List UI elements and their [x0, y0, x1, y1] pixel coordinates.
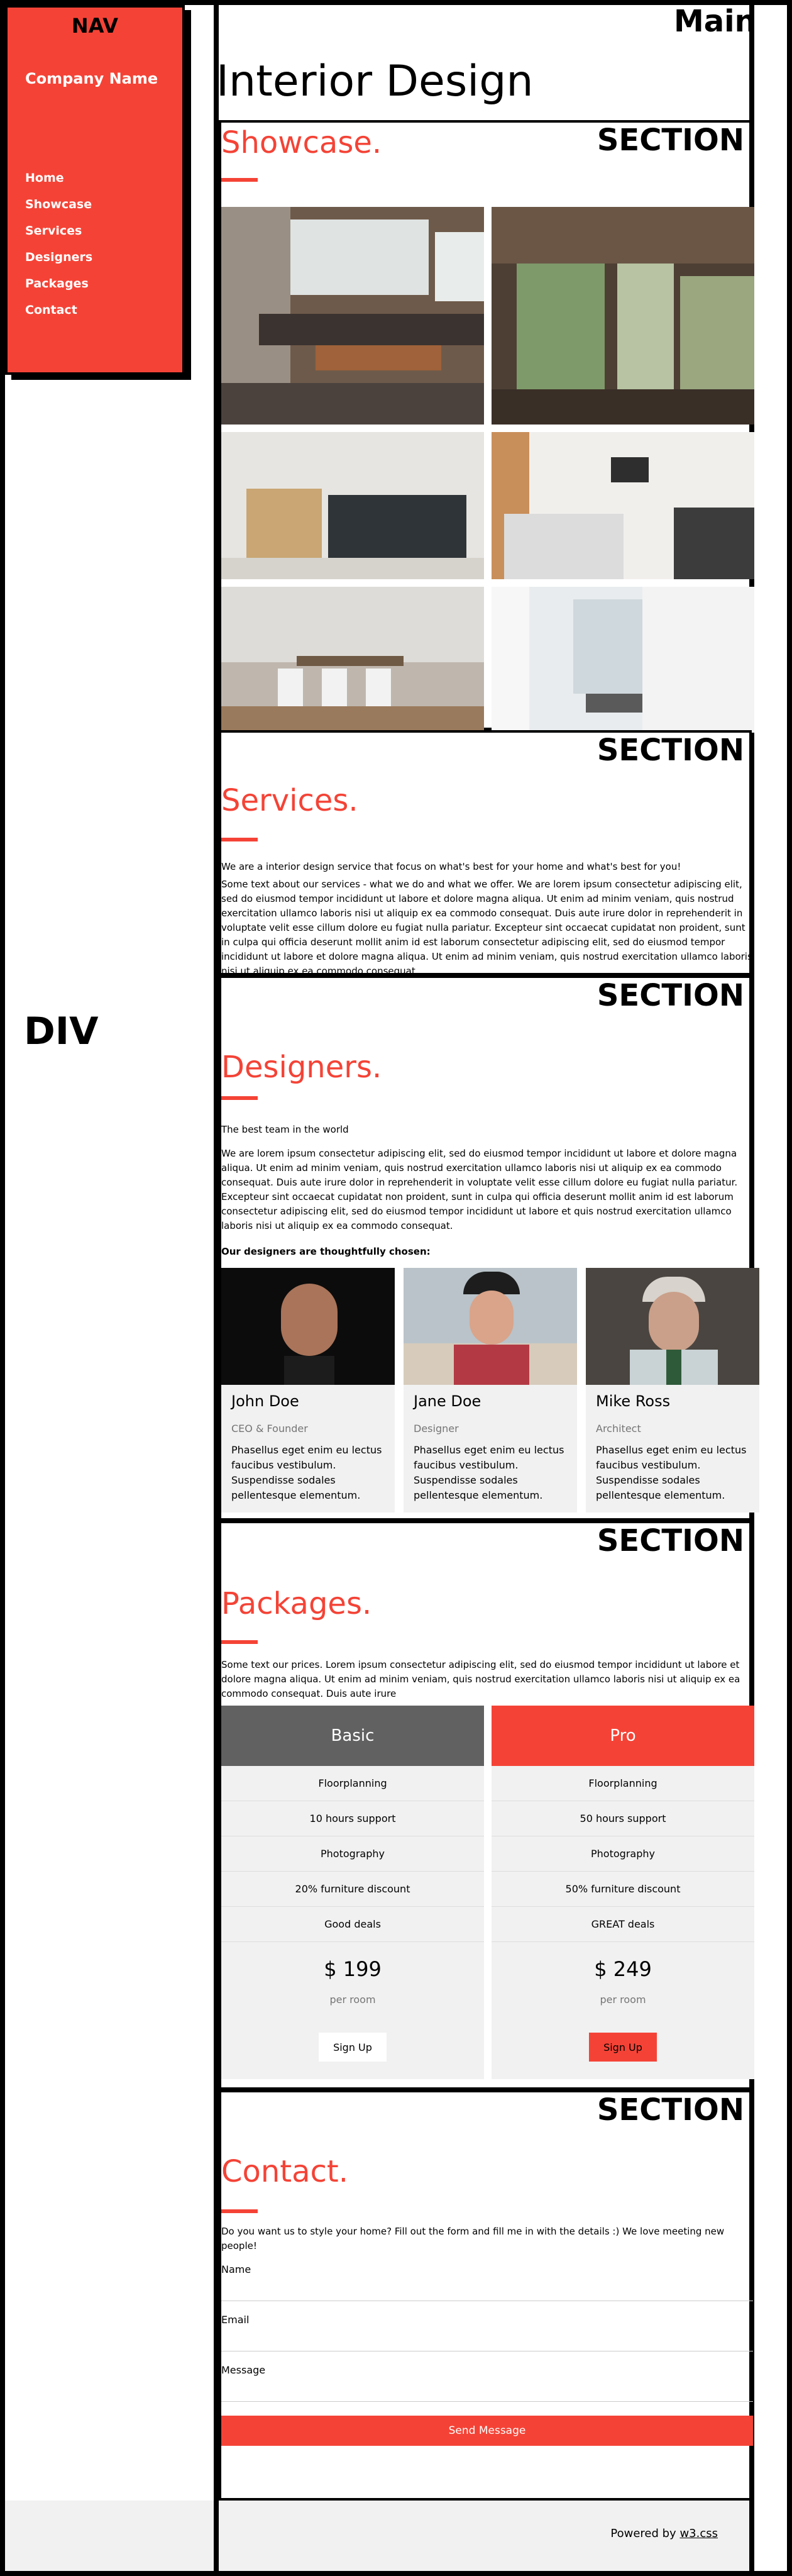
designer-photo [586, 1268, 759, 1385]
designers-chosen: Our designers are thoughtfully chosen: [221, 1246, 431, 1257]
designer-bio: Phasellus eget enim eu lectus faucibus v… [414, 1444, 564, 1501]
services-intro: We are a interior design service that fo… [221, 861, 681, 872]
packages-divider [221, 1640, 258, 1644]
sidebar-item-services[interactable]: Services [25, 218, 92, 244]
designers-body: We are lorem ipsum consectetur adipiscin… [221, 1148, 738, 1231]
main-label: Main [674, 4, 756, 39]
designer-role: Designer [414, 1423, 459, 1435]
name-input[interactable] [221, 2276, 753, 2301]
section-label: SECTION [597, 1523, 744, 1558]
dining-photo[interactable] [221, 587, 484, 733]
contact-divider [221, 2209, 258, 2213]
plan-feature: 10 hours support [221, 1801, 484, 1836]
services-divider [221, 838, 258, 841]
plan-name: Basic [221, 1706, 484, 1766]
designer-role: Architect [596, 1423, 641, 1435]
lounge-photo[interactable] [221, 432, 484, 579]
nav-label: NAV [71, 14, 119, 38]
plan-feature: Floorplanning [221, 1766, 484, 1801]
showcase-section: SECTION Showcase. [219, 120, 754, 733]
window-room-photo[interactable] [492, 587, 754, 733]
sidebar-item-home[interactable]: Home [25, 165, 92, 191]
plan-feature: 20% furniture discount [221, 1872, 484, 1907]
email-label: Email [221, 2314, 250, 2326]
plan-unit: per room [600, 1994, 646, 2006]
living-room-photo[interactable] [492, 207, 754, 425]
sidebar-item-packages[interactable]: Packages [25, 270, 92, 297]
contact-section: SECTION Contact. Do you want us to style… [219, 2090, 753, 2501]
contact-title: Contact. [221, 2154, 349, 2189]
designer-card: John Doe CEO & Founder Phasellus eget en… [221, 1268, 395, 1513]
plan-unit: per room [329, 1994, 376, 2006]
showcase-title: Showcase. [221, 125, 382, 160]
powered-by-text: Powered by [610, 2527, 680, 2540]
services-body: Some text about our services - what we d… [221, 879, 752, 977]
plan-feature: Good deals [221, 1907, 484, 1942]
plan-name: Pro [492, 1706, 754, 1766]
designer-role: CEO & Founder [231, 1423, 308, 1435]
name-label: Name [221, 2263, 251, 2275]
packages-title: Packages. [221, 1586, 372, 1621]
plan-feature: Floorplanning [492, 1766, 754, 1801]
section-label: SECTION [597, 123, 744, 158]
plan-feature: GREAT deals [492, 1907, 754, 1942]
signup-pro-button[interactable]: Sign Up [589, 2033, 657, 2062]
designer-photo [221, 1268, 395, 1385]
plan-feature: Photography [221, 1836, 484, 1872]
designer-name: Jane Doe [414, 1392, 481, 1410]
packages-intro: Some text our prices. Lorem ipsum consec… [221, 1659, 740, 1699]
sidebar-item-contact[interactable]: Contact [25, 297, 92, 323]
designers-section: SECTION Designers. The best team in the … [219, 975, 759, 1521]
footer-sidebar-area [5, 2501, 214, 2571]
send-message-button[interactable]: Send Message [221, 2416, 753, 2446]
designer-name: Mike Ross [596, 1392, 671, 1410]
plan-price: $ 199 [324, 1957, 382, 1981]
signup-basic-button[interactable]: Sign Up [319, 2033, 387, 2062]
plan-feature: 50% furniture discount [492, 1872, 754, 1907]
designer-card: Mike Ross Architect Phasellus eget enim … [586, 1268, 759, 1513]
email-input[interactable] [221, 2326, 753, 2351]
sidebar-item-designers[interactable]: Designers [25, 244, 92, 270]
section-label: SECTION [597, 978, 744, 1013]
designers-title: Designers. [221, 1050, 382, 1085]
designer-bio: Phasellus eget enim eu lectus faucibus v… [596, 1444, 747, 1501]
w3css-link[interactable]: w3.css [679, 2527, 718, 2540]
sidebar-menu: Home Showcase Services Designers Package… [25, 165, 92, 323]
pricing-pro: Pro Floorplanning 50 hours support Photo… [492, 1706, 754, 2079]
designer-bio: Phasellus eget enim eu lectus faucibus v… [231, 1444, 382, 1501]
section-label: SECTION [597, 2092, 744, 2128]
div-label: DIV [24, 1009, 99, 1053]
sidebar-nav: NAV Company Name Home Showcase Services … [5, 5, 185, 375]
powered-by: Powered by w3.css [610, 2527, 718, 2540]
message-label: Message [221, 2364, 266, 2376]
bedroom-photo[interactable] [492, 432, 754, 579]
sidebar-item-showcase[interactable]: Showcase [25, 191, 92, 218]
contact-intro: Do you want us to style your home? Fill … [221, 2226, 725, 2251]
services-title: Services. [221, 783, 358, 818]
kitchen-photo[interactable] [221, 207, 484, 425]
company-name: Company Name [25, 70, 158, 87]
packages-section: SECTION Packages. Some text our prices. … [219, 1521, 754, 2090]
designer-name: John Doe [231, 1392, 299, 1410]
plan-feature: 50 hours support [492, 1801, 754, 1836]
designer-card: Jane Doe Designer Phasellus eget enim eu… [404, 1268, 577, 1513]
services-section: SECTION Services. We are a interior desi… [219, 730, 752, 977]
designers-divider [221, 1096, 258, 1100]
footer: Powered by w3.css [219, 2501, 749, 2571]
showcase-divider [221, 178, 258, 182]
message-input[interactable] [221, 2377, 753, 2402]
section-label: SECTION [597, 733, 744, 768]
designers-tagline: The best team in the world [221, 1124, 349, 1135]
plan-feature: Photography [492, 1836, 754, 1872]
page-title: Interior Design [216, 57, 534, 106]
designer-photo [404, 1268, 577, 1385]
pricing-basic: Basic Floorplanning 10 hours support Pho… [221, 1706, 484, 2079]
plan-price: $ 249 [594, 1957, 652, 1981]
